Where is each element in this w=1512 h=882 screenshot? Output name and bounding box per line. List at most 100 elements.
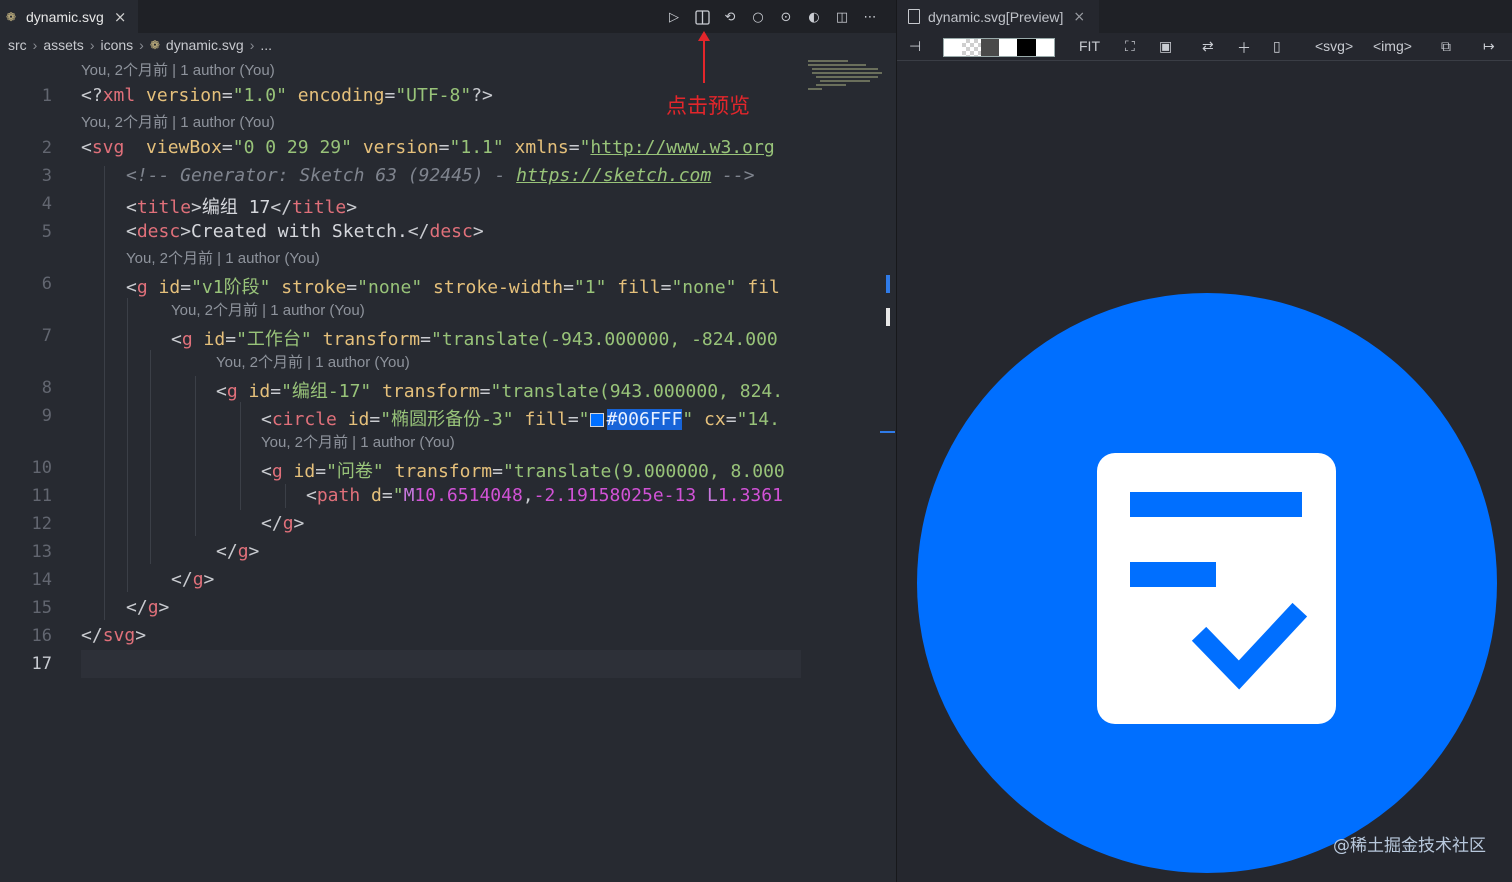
line-number: 11 bbox=[31, 486, 52, 506]
watermark: @稀土掘金技术社区 bbox=[1333, 836, 1486, 856]
code-text: <circle id="椭圆形备份-3" fill=" #006FFF" cx="… bbox=[261, 409, 780, 430]
code-line[interactable]: 13 </g> bbox=[0, 538, 805, 566]
line-number: 7 bbox=[41, 326, 52, 346]
svg-preview-panel: dynamic.svg[Preview] × ⊣ FIT ⛶ ▣ ⇄ ＋ ▯ <… bbox=[897, 0, 1512, 882]
comment-link[interactable]: https://sketch.com bbox=[516, 165, 711, 186]
code-line[interactable]: 14 </g> bbox=[0, 566, 805, 594]
color-swatch[interactable] bbox=[589, 413, 604, 427]
code-text: <desc>Created with Sketch.</desc> bbox=[126, 221, 484, 242]
copy-icon[interactable]: ⧉ bbox=[1441, 38, 1451, 55]
desc-content: Created with Sketch. bbox=[191, 221, 408, 242]
code-line[interactable]: 11 <path d="M10.6514048,-2.19158025e-13 … bbox=[0, 482, 805, 510]
line-number: 9 bbox=[41, 406, 52, 426]
fit-button[interactable]: FIT bbox=[1079, 38, 1100, 54]
line-number: 17 bbox=[31, 654, 52, 674]
tab-dynamic-svg[interactable]: ❁ dynamic.svg × bbox=[0, 0, 138, 33]
line-number: 4 bbox=[41, 194, 52, 214]
close-tab-icon[interactable]: × bbox=[114, 8, 127, 26]
chevron-right-icon: › bbox=[249, 37, 255, 53]
code-line[interactable]: 4 <title>编组 17</title> bbox=[0, 190, 805, 218]
more-actions-icon[interactable]: ⋯ bbox=[862, 9, 878, 25]
bg-black-swatch[interactable] bbox=[1017, 39, 1036, 56]
line-number: 5 bbox=[41, 222, 52, 242]
tab-label: dynamic.svg[Preview] bbox=[928, 8, 1064, 25]
line-number: 2 bbox=[41, 138, 52, 158]
xml-comment: <!-- Generator: Sketch 63 (92445) - bbox=[126, 165, 517, 186]
svg-preview-canvas bbox=[917, 293, 1497, 873]
copy-img-button[interactable]: <img> bbox=[1373, 38, 1412, 54]
code-line-current[interactable]: 17 bbox=[0, 650, 805, 678]
bg-white-swatch[interactable] bbox=[944, 39, 963, 56]
breadcrumb-assets[interactable]: assets bbox=[43, 37, 83, 53]
breadcrumb-file[interactable]: dynamic.svg bbox=[166, 37, 244, 53]
pin-icon[interactable]: ⊣ bbox=[909, 38, 921, 55]
xml-comment-end: --> bbox=[711, 165, 755, 186]
code-line[interactable]: 9 <circle id="椭圆形备份-3" fill=" #006FFF" cx… bbox=[0, 402, 805, 430]
code-text: <path d="M10.6514048,-2.19158025e-13 L1.… bbox=[306, 485, 783, 506]
line-number: 13 bbox=[31, 542, 52, 562]
git-blame-annotation: You, 2个月前 | 1 author (You) bbox=[126, 250, 320, 267]
tab-dynamic-svg-preview[interactable]: dynamic.svg[Preview] × bbox=[897, 0, 1099, 33]
code-text: </g> bbox=[171, 569, 215, 590]
actual-size-icon[interactable]: ▣ bbox=[1159, 38, 1172, 55]
code-line[interactable]: 3 <!-- Generator: Sketch 63 (92445) - ht… bbox=[0, 162, 805, 190]
bg-light-swatch[interactable] bbox=[998, 39, 1018, 56]
git-blame-annotation: You, 2个月前 | 1 author (You) bbox=[81, 114, 275, 131]
preview-toolbar: ⊣ FIT ⛶ ▣ ⇄ ＋ ▯ <svg> <img> ⧉ ↦ bbox=[897, 34, 1512, 61]
code-line[interactable]: 10 <g id="问卷" transform="translate(9.000… bbox=[0, 454, 805, 482]
line-number: 10 bbox=[31, 458, 52, 478]
swap-icon[interactable]: ⇄ bbox=[1202, 38, 1214, 55]
document-icon bbox=[908, 9, 920, 24]
breadcrumb-symbol[interactable]: ... bbox=[260, 37, 272, 53]
code-line[interactable]: 6 <g id="v1阶段" stroke="none" stroke-widt… bbox=[0, 270, 805, 298]
line-number: 8 bbox=[41, 378, 52, 398]
bg-dark-swatch[interactable] bbox=[980, 39, 999, 56]
export-icon[interactable]: ↦ bbox=[1483, 38, 1495, 55]
code-line[interactable]: 7 <g id="工作台" transform="translate(-943.… bbox=[0, 322, 805, 350]
breadcrumb-src[interactable]: src bbox=[8, 37, 27, 53]
copy-svg-button[interactable]: <svg> bbox=[1315, 38, 1353, 54]
code-text: <g id="工作台" transform="translate(-943.00… bbox=[171, 329, 778, 350]
previous-change-icon[interactable]: ○ bbox=[750, 9, 766, 25]
breadcrumb-icons[interactable]: icons bbox=[100, 37, 133, 53]
bg-white2-swatch[interactable] bbox=[1035, 39, 1054, 56]
selected-color-value[interactable]: #006FFF bbox=[606, 409, 683, 430]
line-number: 3 bbox=[41, 166, 52, 186]
split-editor-icon[interactable]: ◫ bbox=[834, 9, 850, 25]
title-content: 编组 17 bbox=[201, 197, 271, 218]
code-text: <g id="编组-17" transform="translate(943.0… bbox=[216, 381, 784, 402]
code-line[interactable]: 1 <?xml version="1.0" encoding="UTF-8"?> bbox=[0, 82, 805, 110]
bg-transparent-swatch[interactable] bbox=[962, 39, 981, 56]
code-editor: ❁ dynamic.svg × ▷ ⟲ ○ ⊙ ◐ ◫ ⋯ src › asse… bbox=[0, 0, 896, 882]
code-line[interactable]: 15 </g> bbox=[0, 594, 805, 622]
line-number: 12 bbox=[31, 514, 52, 534]
file-icon[interactable]: ▯ bbox=[1273, 38, 1281, 55]
text-line-2 bbox=[1130, 562, 1216, 587]
minimap[interactable] bbox=[806, 58, 882, 94]
close-tab-icon[interactable]: × bbox=[1073, 9, 1085, 25]
code-line[interactable]: 5 <desc>Created with Sketch.</desc> bbox=[0, 218, 805, 246]
svg-file-icon: ❁ bbox=[149, 38, 160, 52]
git-blame-annotation: You, 2个月前 | 1 author (You) bbox=[216, 354, 410, 371]
code-text: <?xml version="1.0" encoding="UTF-8"?> bbox=[81, 85, 493, 106]
preview-tab-bar: dynamic.svg[Preview] × bbox=[897, 0, 1512, 33]
code-text: </g> bbox=[261, 513, 305, 534]
run-icon[interactable]: ▷ bbox=[666, 9, 682, 25]
zoom-fit-icon[interactable]: ⛶ bbox=[1125, 38, 1135, 55]
code-text: <g id="问卷" transform="translate(9.000000… bbox=[261, 461, 785, 482]
code-line[interactable]: 8 <g id="编组-17" transform="translate(943… bbox=[0, 374, 805, 402]
git-blame-annotation: You, 2个月前 | 1 author (You) bbox=[81, 62, 275, 79]
tab-label: dynamic.svg bbox=[26, 8, 104, 25]
chevron-right-icon: › bbox=[89, 37, 95, 53]
add-icon[interactable]: ＋ bbox=[1237, 38, 1251, 58]
open-preview-icon[interactable] bbox=[694, 9, 710, 25]
code-line[interactable]: 16 </svg> bbox=[0, 622, 805, 650]
background-picker[interactable] bbox=[943, 38, 1055, 57]
timeline-icon[interactable]: ◐ bbox=[806, 9, 822, 25]
line-number: 15 bbox=[31, 598, 52, 618]
line-number: 16 bbox=[31, 626, 52, 646]
code-line[interactable]: 12 </g> bbox=[0, 510, 805, 538]
go-back-icon[interactable]: ⟲ bbox=[722, 9, 738, 25]
next-change-icon[interactable]: ⊙ bbox=[778, 9, 794, 25]
code-line[interactable]: 2 <svg viewBox="0 0 29 29" version="1.1"… bbox=[0, 134, 805, 162]
